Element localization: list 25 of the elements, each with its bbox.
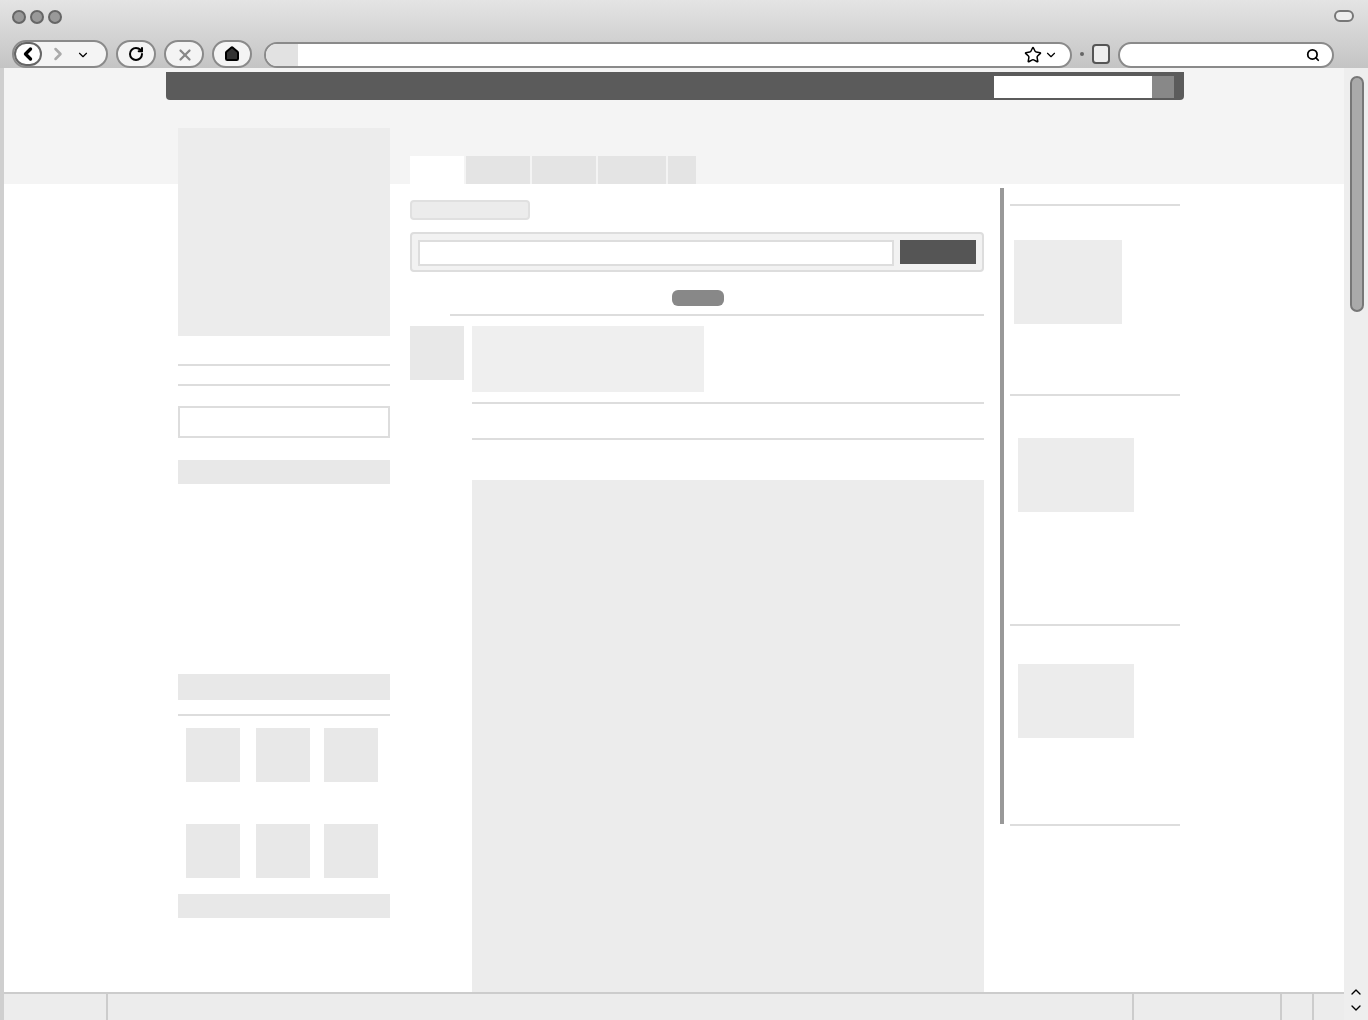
more-button[interactable] [671,290,723,306]
scrollbar[interactable] [1344,68,1368,1020]
scrollbar-thumb[interactable] [1349,76,1363,312]
scroll-down-icon[interactable] [1348,1000,1364,1016]
dropdown-icon[interactable] [76,47,90,61]
scroll-up-icon[interactable] [1348,984,1364,1000]
search-field[interactable] [994,75,1152,97]
toolbar-toggle-icon[interactable] [1334,10,1354,22]
back-icon[interactable] [14,42,42,66]
home-button[interactable] [212,40,252,68]
search-field[interactable] [1118,41,1334,67]
back-forward-button[interactable] [12,40,108,68]
reload-button[interactable] [116,40,156,68]
dropdown-icon[interactable] [1044,47,1058,61]
close-icon [175,45,193,63]
site-icon-area [266,43,298,65]
search-button[interactable] [1152,75,1174,97]
forward-icon[interactable] [48,44,68,64]
search-engine-icon[interactable] [1092,44,1110,64]
star-icon[interactable] [1024,45,1042,63]
tab-label [410,200,530,220]
search-icon[interactable] [1306,47,1320,61]
status-input[interactable] [418,239,894,265]
home-icon [224,46,240,62]
reload-icon [128,46,144,62]
